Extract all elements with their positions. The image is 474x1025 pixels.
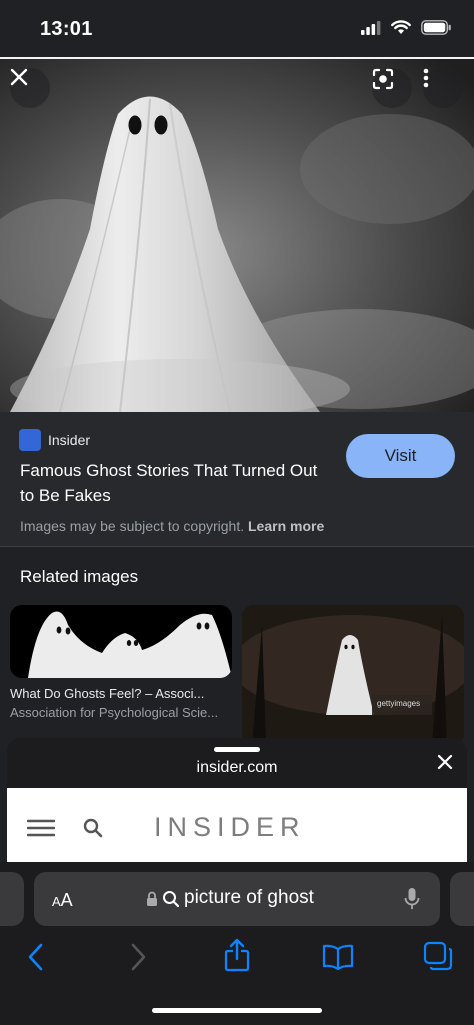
result-title[interactable]: Famous Ghost Stories That Turned Out to …	[20, 458, 320, 508]
home-indicator[interactable]	[152, 1008, 322, 1013]
tabs-icon[interactable]	[423, 941, 453, 971]
related-image-1[interactable]	[10, 605, 232, 678]
source-panel: Insider Famous Ghost Stories That Turned…	[0, 412, 474, 546]
search-query-text[interactable]: picture of ghost	[184, 887, 314, 909]
search-icon[interactable]	[83, 818, 103, 838]
address-bar[interactable]: AA picture of ghost	[34, 872, 440, 926]
visit-button[interactable]: Visit	[346, 434, 455, 478]
share-icon[interactable]	[224, 938, 250, 972]
ghosts-thumbnail	[28, 611, 232, 678]
related-image-title[interactable]: What Do Ghosts Feel? – Associ...	[10, 686, 225, 701]
divider	[0, 546, 474, 547]
sheet-url: insider.com	[196, 759, 278, 776]
close-icon	[437, 754, 453, 770]
more-options-button[interactable]	[423, 68, 463, 108]
wifi-icon	[391, 20, 411, 34]
cellular-signal-icon	[361, 20, 381, 35]
ghost-image[interactable]	[0, 59, 474, 412]
hamburger-menu-icon[interactable]	[27, 819, 55, 837]
microphone-icon[interactable]	[404, 887, 420, 911]
ghost-illustration	[0, 59, 474, 412]
drag-handle[interactable]	[214, 747, 260, 752]
bookmarks-icon[interactable]	[322, 944, 354, 970]
source-name[interactable]: Insider	[48, 432, 90, 448]
back-icon[interactable]	[26, 942, 46, 972]
related-image-source: Association for Psychological Scie...	[10, 705, 219, 720]
close-button[interactable]	[10, 68, 50, 108]
safari-toolbar: AA picture of ghost	[0, 862, 474, 1025]
search-icon	[163, 891, 180, 908]
link-preview-sheet[interactable]: insider.com INSIDER	[7, 738, 467, 868]
status-time: 13:01	[40, 18, 93, 40]
previous-tab-pill[interactable]	[0, 872, 24, 926]
lens-scan-icon	[372, 68, 394, 90]
status-bar: 13:01	[0, 0, 474, 58]
lock-icon	[147, 891, 157, 906]
more-vert-icon	[423, 68, 429, 88]
copyright-notice: Images may be subject to copyright. Lear…	[20, 518, 324, 534]
battery-icon	[421, 20, 451, 35]
related-images-heading: Related images	[20, 567, 139, 586]
forest-ghost-thumbnail: gettyimages	[242, 605, 464, 745]
copyright-text: Images may be subject to copyright.	[20, 518, 245, 534]
close-icon	[10, 68, 28, 86]
sheet-close-button[interactable]	[437, 754, 453, 775]
watermark-text: gettyimages	[377, 699, 420, 708]
site-header: INSIDER	[7, 788, 467, 868]
page-settings-button[interactable]: AA	[52, 890, 73, 911]
lens-button[interactable]	[372, 68, 412, 108]
status-icons	[361, 20, 452, 35]
next-tab-pill[interactable]	[450, 872, 474, 926]
related-image-2[interactable]: gettyimages	[242, 605, 464, 745]
learn-more-link[interactable]: Learn more	[248, 518, 324, 534]
insider-logo[interactable]: INSIDER	[154, 812, 306, 843]
forward-icon[interactable]	[128, 942, 148, 972]
source-logo	[19, 429, 41, 451]
